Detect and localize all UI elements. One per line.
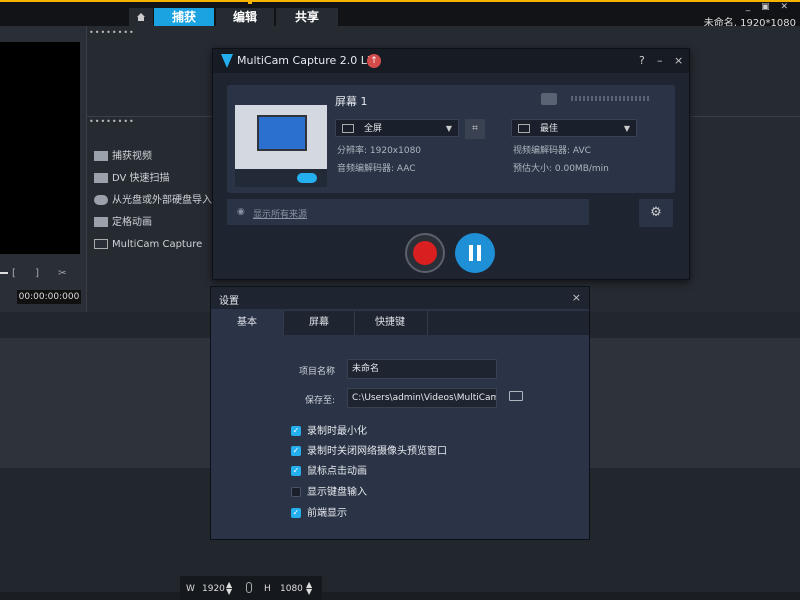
eye-icon: ◉ <box>237 207 245 217</box>
project-name-input[interactable]: 未命名 <box>347 359 497 379</box>
resize-handle[interactable] <box>248 0 252 4</box>
home-icon <box>137 13 145 21</box>
checkbox-unchecked-icon <box>291 487 301 497</box>
hd-icon <box>518 124 530 133</box>
save-path-input[interactable]: C:\Users\admin\Videos\MultiCam... <box>347 388 497 408</box>
import-disc-item[interactable]: 从光盘或外部硬盘导入 <box>94 192 212 210</box>
estimated-size-info: 预估大小: 0.00MB/min <box>513 164 609 174</box>
preview-window <box>0 42 80 254</box>
dv-camera-icon <box>94 173 108 183</box>
height-label: H <box>264 584 271 594</box>
stop-motion-icon <box>94 217 108 227</box>
tab-screen[interactable]: 屏幕 <box>283 311 355 335</box>
multicam-capture-item[interactable]: MultiCam Capture <box>94 236 202 254</box>
video-codec-info: 视频编解码器: AVC <box>513 146 591 156</box>
pause-icon <box>477 245 481 261</box>
microphone-icon[interactable] <box>541 93 557 105</box>
show-all-sources-link[interactable]: 显示所有来源 <box>253 207 307 220</box>
settings-close-button[interactable]: × <box>572 291 581 304</box>
resolution-info: 分辨率: 1920x1080 <box>337 146 422 156</box>
height-input[interactable]: 1080 <box>280 584 303 594</box>
camera-icon <box>94 151 108 161</box>
help-button[interactable]: ? <box>639 54 645 67</box>
settings-button[interactable]: ⚙ <box>639 199 673 227</box>
update-icon[interactable]: ↑ <box>367 54 381 68</box>
tab-edit[interactable]: 编辑 <box>216 8 274 26</box>
playhead-marker[interactable] <box>0 272 8 274</box>
timecode-display[interactable]: 00:00:00:000 <box>17 290 81 304</box>
stop-motion-item[interactable]: 定格动画 <box>94 214 152 232</box>
checkbox-minimize-on-record[interactable]: ✓ 录制时最小化 <box>291 425 367 439</box>
screen-source-card: 屏幕 1 全屏 ▼ ⌗ 最佳 ▼ 分辨率: 1920x1080 音频编解码器: … <box>227 85 675 193</box>
sources-row: ◉ 显示所有来源 <box>227 199 589 225</box>
crop-icon: ⌗ <box>472 123 478 134</box>
home-tab[interactable] <box>129 8 153 26</box>
top-bar <box>0 0 800 26</box>
checkbox-checked-icon: ✓ <box>291 466 301 476</box>
width-label: W <box>186 584 195 594</box>
monitor-record-icon <box>94 239 108 249</box>
checkbox-checked-icon: ✓ <box>291 426 301 436</box>
settings-title: 设置 <box>219 296 239 307</box>
folder-icon[interactable] <box>509 391 523 401</box>
checkbox-close-webcam-preview[interactable]: ✓ 录制时关闭网络摄像头预览窗口 <box>291 445 447 459</box>
area-select[interactable]: 全屏 ▼ <box>335 119 459 137</box>
settings-window: 设置 × 基本 屏幕 快捷键 项目名称 未命名 保存至: C:\Users\ad… <box>210 286 590 540</box>
multicam-window: MultiCam Capture 2.0 Lite ↑ ? – × 屏幕 1 全… <box>212 48 690 280</box>
selection-border <box>0 0 128 2</box>
panel-grip[interactable]: •••••••• <box>89 117 135 126</box>
size-bar: W 1920 ▲ ▼ H 1080 ▲ ▼ <box>180 576 322 600</box>
project-name-label: 项目名称 <box>298 367 335 377</box>
tab-share[interactable]: 共享 <box>276 8 338 26</box>
checkbox-checked-icon: ✓ <box>291 446 301 456</box>
link-ratio-icon[interactable] <box>246 582 252 593</box>
source-toggle[interactable] <box>297 173 317 183</box>
minimize-button[interactable]: – <box>657 54 663 67</box>
pause-button[interactable] <box>455 233 495 273</box>
capture-video-item[interactable]: 捕获视频 <box>94 148 152 166</box>
microphone-control[interactable] <box>541 93 661 107</box>
tab-hotkeys[interactable]: 快捷键 <box>353 311 428 335</box>
multicam-title: MultiCam Capture 2.0 Lite <box>237 54 382 67</box>
screen-title: 屏幕 1 <box>335 95 368 108</box>
checkbox-mouse-click-animation[interactable]: ✓ 鼠标点击动画 <box>291 465 367 479</box>
monitor-icon <box>257 115 307 151</box>
window-controls[interactable]: _ ▣ ✕ <box>746 2 792 12</box>
status-strip <box>0 592 800 600</box>
audio-codec-info: 音频编解码器: AAC <box>337 164 416 174</box>
chevron-down-icon: ▼ <box>623 124 630 133</box>
checkbox-checked-icon: ✓ <box>291 508 301 518</box>
checkbox-show-keyboard-input[interactable]: 显示键盘输入 <box>291 486 367 500</box>
record-icon <box>413 241 437 265</box>
record-button[interactable] <box>405 233 445 273</box>
disc-icon <box>94 195 108 205</box>
chevron-down-icon: ▼ <box>445 124 452 133</box>
quality-select[interactable]: 最佳 ▼ <box>511 119 637 137</box>
tab-capture[interactable]: 捕获 <box>154 8 214 26</box>
tab-basic[interactable]: 基本 <box>211 311 283 335</box>
width-stepper-icon[interactable]: ▲ ▼ <box>226 581 232 596</box>
settings-titlebar[interactable] <box>211 287 589 309</box>
pause-icon <box>469 245 473 261</box>
settings-tabs: 基本 屏幕 快捷键 <box>211 311 589 335</box>
dv-scan-item[interactable]: DV 快速扫描 <box>94 170 170 188</box>
crop-button[interactable]: ⌗ <box>465 119 485 139</box>
gear-icon: ⚙ <box>650 205 662 220</box>
height-stepper-icon[interactable]: ▲ ▼ <box>306 581 312 596</box>
save-to-label: 保存至: <box>304 396 335 406</box>
close-button[interactable]: × <box>674 54 683 67</box>
checkbox-always-on-top[interactable]: ✓ 前端显示 <box>291 507 347 521</box>
width-input[interactable]: 1920 <box>202 584 225 594</box>
panel-grip[interactable]: •••••••• <box>89 28 135 37</box>
audio-level-meter <box>571 96 651 101</box>
screen-region-icon <box>342 124 354 133</box>
